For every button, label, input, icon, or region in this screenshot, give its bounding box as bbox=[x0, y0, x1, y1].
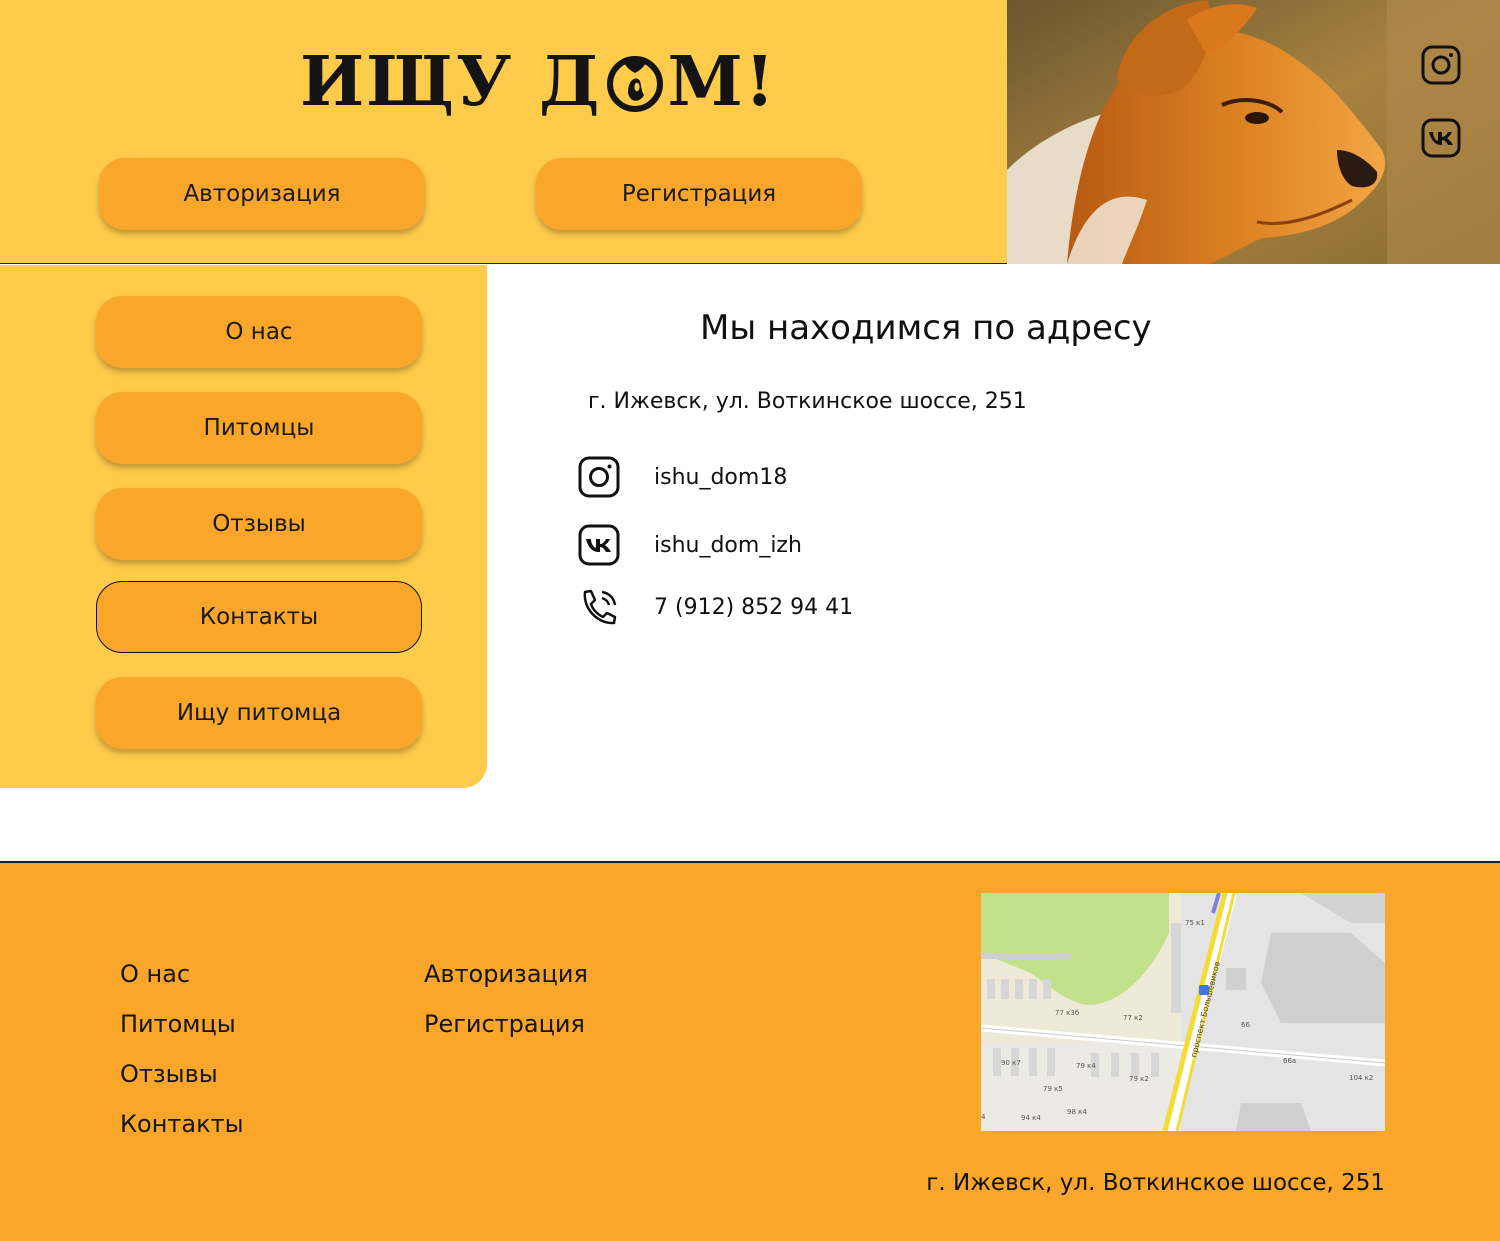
contact-vk[interactable]: ishu_dom_izh bbox=[578, 524, 802, 566]
svg-text:98 к4: 98 к4 bbox=[1067, 1108, 1087, 1116]
auth-button[interactable]: Авторизация bbox=[99, 158, 425, 230]
svg-text:66: 66 bbox=[1241, 1021, 1250, 1029]
sidebar-item-contacts[interactable]: Контакты bbox=[96, 581, 422, 653]
footer-link-reviews[interactable]: Отзывы bbox=[120, 1060, 218, 1088]
vk-icon bbox=[578, 524, 620, 566]
location-map[interactable]: 75 к1 77 к3б 77 к2 66 66а 90 к7 79 к4 79… bbox=[981, 893, 1385, 1131]
footer-link-about[interactable]: О нас bbox=[120, 960, 190, 988]
logo-text-left: ИЩУ Д bbox=[300, 42, 602, 122]
svg-text:75 к1: 75 к1 bbox=[1185, 919, 1205, 927]
page-title: Мы находимся по адресу bbox=[700, 308, 1152, 348]
sidebar-item-reviews[interactable]: Отзывы bbox=[96, 488, 422, 560]
sidebar: О нас Питомцы Отзывы Контакты Ищу питомц… bbox=[0, 265, 487, 788]
heart-paw-logo-icon bbox=[606, 56, 663, 112]
instagram-icon[interactable] bbox=[1421, 45, 1461, 85]
svg-text:79 к2: 79 к2 bbox=[1129, 1075, 1149, 1083]
footer-link-register[interactable]: Регистрация bbox=[424, 1010, 585, 1038]
logo-text-right: М! bbox=[667, 42, 777, 122]
svg-text:90 к7: 90 к7 bbox=[1001, 1059, 1021, 1067]
address-text: г. Ижевск, ул. Воткинское шоссе, 251 bbox=[588, 389, 1027, 414]
site-header: ИЩУ Д М! Авторизация Регистрация bbox=[0, 0, 1500, 264]
vk-handle: ishu_dom_izh bbox=[654, 532, 802, 558]
svg-text:79 к5: 79 к5 bbox=[1043, 1085, 1063, 1093]
footer-link-auth[interactable]: Авторизация bbox=[424, 960, 588, 988]
sidebar-item-looking-for-pet[interactable]: Ищу питомца bbox=[96, 677, 422, 749]
svg-text:77 к3б: 77 к3б bbox=[1055, 1009, 1079, 1017]
register-button[interactable]: Регистрация bbox=[536, 158, 862, 230]
footer-link-contacts[interactable]: Контакты bbox=[120, 1110, 244, 1138]
svg-text:77 к2: 77 к2 bbox=[1123, 1014, 1143, 1022]
vk-icon[interactable] bbox=[1421, 118, 1461, 158]
instagram-handle: ishu_dom18 bbox=[654, 464, 788, 490]
site-logo[interactable]: ИЩУ Д М! bbox=[300, 48, 777, 116]
footer-link-pets[interactable]: Питомцы bbox=[120, 1010, 236, 1038]
instagram-icon bbox=[578, 456, 620, 498]
contact-phone[interactable]: 7 (912) 852 94 41 bbox=[578, 586, 853, 628]
phone-icon bbox=[583, 589, 617, 625]
contact-instagram[interactable]: ishu_dom18 bbox=[578, 456, 787, 498]
svg-text:66а: 66а bbox=[1283, 1057, 1296, 1065]
phone-number: 7 (912) 852 94 41 bbox=[654, 594, 854, 620]
footer-address: г. Ижевск, ул. Воткинское шоссе, 251 bbox=[926, 1170, 1385, 1196]
svg-text:94 к4: 94 к4 bbox=[1021, 1114, 1041, 1122]
sidebar-item-pets[interactable]: Питомцы bbox=[96, 392, 422, 464]
svg-text:79 к4: 79 к4 bbox=[1076, 1062, 1096, 1070]
sidebar-item-about[interactable]: О нас bbox=[96, 296, 422, 368]
svg-text:4: 4 bbox=[981, 1113, 986, 1121]
svg-text:104 к2: 104 к2 bbox=[1349, 1074, 1373, 1082]
